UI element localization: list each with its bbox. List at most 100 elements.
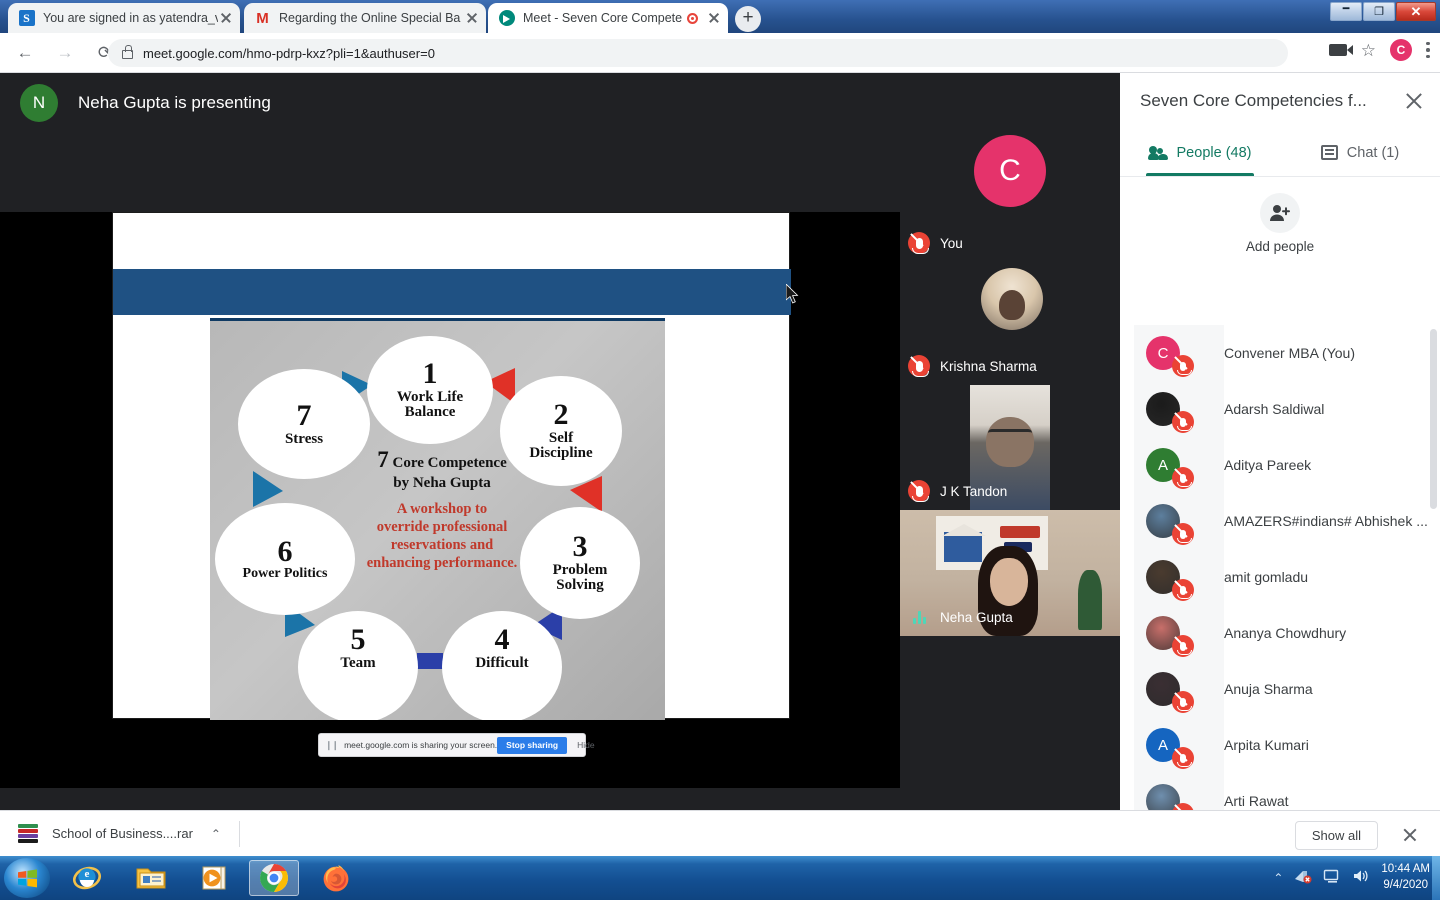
add-people-button[interactable]: Add people [1120, 177, 1440, 269]
participant-name: You [940, 235, 963, 251]
show-desktop-button[interactable] [1432, 856, 1440, 900]
minimize-button[interactable]: ━ [1330, 2, 1362, 21]
url-text: meet.google.com/hmo-pdrp-kxz?pli=1&authu… [143, 45, 435, 61]
start-button[interactable] [4, 858, 50, 898]
volume-icon[interactable] [1352, 868, 1370, 889]
forward-icon[interactable]: → [50, 38, 80, 68]
stop-sharing-button[interactable]: Stop sharing [497, 736, 568, 754]
svg-text:e: e [85, 868, 90, 880]
bubble-number: 2 [553, 398, 569, 432]
tile-label: You [908, 232, 963, 254]
pause-icon[interactable]: ❙❙ [325, 740, 339, 751]
screen-share-notification: ❙❙ meet.google.com is sharing your scree… [318, 733, 595, 757]
competence-bubble-1: 1 Work Life Balance [367, 336, 493, 444]
browser-tab-3[interactable]: Meet - Seven Core Compete [488, 3, 728, 33]
participant-list[interactable]: C Convener MBA (You) Adarsh Saldiwal A Adity… [1120, 325, 1440, 810]
profile-avatar[interactable]: C [1390, 39, 1412, 61]
center-title: Core Competence [392, 455, 507, 471]
clock[interactable]: 10:44 AM 9/4/2020 [1381, 862, 1430, 893]
mic-muted-icon [1172, 579, 1194, 601]
presenter-avatar: N [20, 84, 58, 122]
participant-name: J K Tandon [940, 483, 1008, 499]
presenting-text: Neha Gupta is presenting [78, 93, 271, 112]
browser-tab-2[interactable]: M Regarding the Online Special Ba [244, 3, 486, 33]
mic-muted-icon [908, 355, 930, 377]
bookmark-star-icon[interactable]: ☆ [1361, 42, 1376, 59]
taskbar-internet-explorer[interactable]: e [62, 860, 112, 896]
bubble-label: Stress [284, 430, 324, 447]
download-item[interactable]: School of Business....rar ⌃ [0, 811, 240, 857]
participant-row[interactable]: Arti Rawat [1120, 773, 1440, 810]
recording-indicator-icon[interactable] [687, 12, 698, 24]
tab-people[interactable]: People (48) [1120, 129, 1280, 176]
bubble-label: Solving [556, 577, 604, 594]
participant-row[interactable]: amit gomladu [1120, 549, 1440, 605]
screen-share-icon[interactable] [1328, 44, 1353, 56]
video-tile-jk-tandon[interactable]: J K Tandon [900, 385, 1120, 510]
chrome-menu-icon[interactable] [1426, 41, 1430, 59]
close-icon[interactable] [218, 10, 234, 26]
mic-muted-icon [908, 232, 930, 254]
chevron-up-icon[interactable]: ⌃ [211, 827, 221, 841]
participant-row[interactable]: AMAZERS#indians# Abhishek ... [1120, 493, 1440, 549]
participant-row[interactable]: C Convener MBA (You) [1120, 325, 1440, 381]
connector-wedge [253, 471, 283, 507]
meeting-title: Seven Core Competencies f... [1140, 91, 1367, 110]
video-tile-neha-gupta[interactable]: Neha Gupta [900, 510, 1120, 636]
mic-muted-icon [1172, 803, 1194, 810]
close-icon[interactable] [464, 10, 480, 26]
taskbar-media-player[interactable] [188, 860, 238, 896]
panel-tabs: People (48) Chat (1) [1120, 129, 1440, 177]
seven-core-competence-diagram: 1 Work Life Balance 2 Self Discipline 3 … [210, 318, 665, 720]
bubble-number: 4 [494, 623, 510, 656]
display-icon[interactable] [1323, 868, 1341, 889]
hide-button[interactable]: Hide [577, 740, 594, 750]
browser-tab-1[interactable]: S You are signed in as yatendra_ve [8, 3, 240, 33]
tab-chat[interactable]: Chat (1) [1280, 129, 1440, 176]
close-download-bar-icon[interactable] [1402, 827, 1418, 843]
show-all-downloads-button[interactable]: Show all [1294, 821, 1378, 850]
network-icon[interactable] [1294, 868, 1312, 889]
skype-icon: S [18, 10, 35, 27]
video-tile-you[interactable]: C You [900, 117, 1120, 262]
close-icon[interactable] [706, 10, 722, 26]
participant-video-strip: C You Krishna Sharma J K Tandon Neha Gup… [900, 117, 1120, 810]
participant-name: Ananya Chowdhury [1224, 625, 1347, 641]
address-bar[interactable]: meet.google.com/hmo-pdrp-kxz?pli=1&authu… [108, 39, 1288, 67]
bubble-label: Self [548, 430, 574, 446]
new-tab-button[interactable]: + [735, 6, 761, 32]
participant-name: Krishna Sharma [940, 358, 1037, 374]
rar-file-icon [18, 823, 40, 844]
video-tile-krishna-sharma[interactable]: Krishna Sharma [900, 262, 1120, 385]
participant-row[interactable]: A Arpita Kumari [1120, 717, 1440, 773]
mic-muted-icon [1172, 411, 1194, 433]
scrollbar[interactable] [1430, 329, 1437, 509]
tile-label: Neha Gupta [908, 606, 1013, 628]
tray-date: 9/4/2020 [1383, 879, 1429, 891]
participant-rows: C Convener MBA (You) Adarsh Saldiwal A Adity… [1120, 325, 1440, 810]
tab-title: You are signed in as yatendra_ve [43, 11, 218, 25]
slide-title-band [113, 269, 791, 315]
tray-expand-icon[interactable]: ⌃ [1273, 871, 1283, 885]
taskbar-google-chrome[interactable] [249, 860, 299, 896]
participant-row[interactable]: Adarsh Saldiwal [1120, 381, 1440, 437]
participant-row[interactable]: Ananya Chowdhury [1120, 605, 1440, 661]
restore-button[interactable]: ❐ [1363, 2, 1395, 21]
participant-name: Convener MBA (You) [1224, 345, 1355, 361]
mic-muted-icon [908, 480, 930, 502]
close-panel-icon[interactable] [1402, 89, 1426, 113]
participant-row[interactable]: Anuja Sharma [1120, 661, 1440, 717]
avatar [981, 268, 1043, 330]
back-icon[interactable]: ← [10, 38, 40, 68]
taskbar-file-explorer[interactable] [126, 860, 176, 896]
participant-name: AMAZERS#indians# Abhishek ... [1224, 513, 1428, 529]
mic-muted-icon [1172, 635, 1194, 657]
bubble-label: Power Politics [242, 566, 328, 582]
shared-screen-area[interactable]: 1 Work Life Balance 2 Self Discipline 3 … [0, 212, 900, 788]
tab-title: Regarding the Online Special Ba [279, 11, 461, 25]
close-window-button[interactable]: ✕ [1396, 2, 1436, 21]
participant-row[interactable]: A Aditya Pareek [1120, 437, 1440, 493]
taskbar-mozilla-firefox[interactable] [311, 860, 361, 896]
avatar-initial: C [999, 154, 1021, 187]
meet-side-panel: Seven Core Competencies f... People (48)… [1120, 73, 1440, 810]
